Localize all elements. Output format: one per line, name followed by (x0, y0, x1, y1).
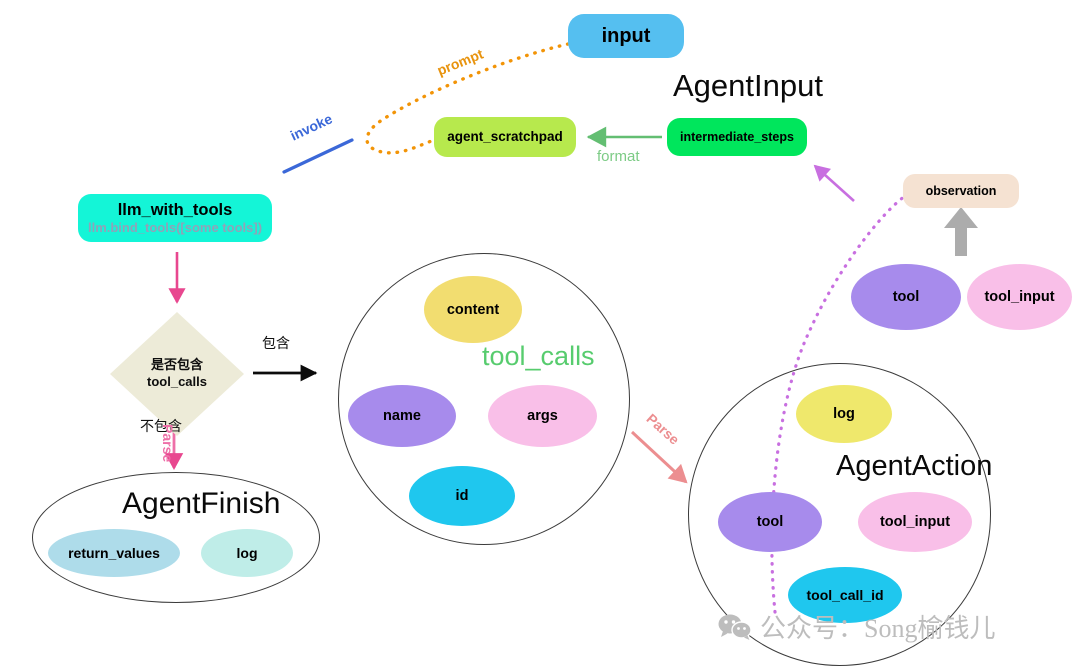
ellipse-agent-action-tool-input-label: tool_input (879, 514, 951, 530)
decision-line-1: 是否包含 (150, 357, 203, 373)
ellipse-args[interactable]: args (488, 385, 597, 447)
edge-label-prompt: prompt (434, 45, 486, 79)
node-agent-scratchpad-label: agent_scratchpad (447, 129, 563, 145)
edge-feedback-arrow (813, 164, 855, 202)
ellipse-agent-action-tool-label: tool (756, 514, 784, 530)
node-input[interactable]: input (568, 14, 684, 58)
node-observation-label: observation (925, 183, 997, 198)
ellipse-agent-action-log[interactable]: log (796, 385, 892, 443)
node-llm-with-tools[interactable]: llm_with_tools llm.bind_tools([some tool… (78, 194, 272, 242)
watermark-text: 公众号：Song榆钱儿 (760, 614, 996, 643)
edge-label-contains: 包含 (262, 335, 290, 351)
watermark: 公众号：Song榆钱儿 (718, 608, 995, 645)
ellipse-id[interactable]: id (409, 466, 515, 526)
ellipse-return-values-label: return_values (68, 545, 160, 561)
decision-line-2: tool_calls (147, 374, 207, 389)
ellipse-id-label: id (455, 488, 469, 504)
wechat-icon (718, 614, 752, 640)
ellipse-tool[interactable]: tool (851, 264, 961, 330)
tool-calls-title: tool_calls (482, 341, 595, 371)
ellipse-agent-finish-log[interactable]: log (201, 529, 293, 577)
ellipse-content[interactable]: content (424, 276, 522, 343)
ellipse-name-label: name (383, 408, 421, 424)
ellipse-args-label: args (527, 408, 558, 424)
node-agent-scratchpad[interactable]: agent_scratchpad (434, 117, 576, 157)
node-llm-with-tools-sublabel: llm.bind_tools([some tools]) (87, 219, 263, 235)
diagram-canvas: AgentInput AgentFinish AgentAction tool_… (0, 0, 1080, 667)
agent-finish-title: AgentFinish (122, 487, 281, 520)
node-observation[interactable]: observation (903, 174, 1019, 208)
agent-action-title: AgentAction (836, 450, 993, 482)
node-intermediate-steps-label: intermediate_steps (680, 129, 794, 144)
ellipse-agent-action-tool-call-id-label: tool_call_id (806, 587, 884, 603)
node-input-label: input (601, 24, 651, 47)
edge-observe (944, 207, 978, 256)
ellipse-name[interactable]: name (348, 385, 456, 447)
edge-label-not-contains: 不包含 (140, 418, 182, 434)
ellipse-content-label: content (446, 301, 500, 318)
edge-label-format: format (597, 148, 640, 165)
node-intermediate-steps[interactable]: intermediate_steps (667, 118, 807, 156)
edge-label-parse-right: Parse (643, 410, 683, 448)
ellipse-agent-action-tool-input[interactable]: tool_input (858, 492, 972, 552)
agent-input-title: AgentInput (673, 68, 823, 103)
node-llm-with-tools-label: llm_with_tools (117, 200, 233, 219)
edge-invoke (282, 138, 354, 174)
edge-label-parse-down: Parse (160, 424, 176, 463)
edge-label-invoke: invoke (287, 110, 335, 144)
ellipse-tool-input[interactable]: tool_input (967, 264, 1072, 330)
ellipse-agent-action-log-label: log (833, 406, 855, 422)
ellipse-agent-action-tool[interactable]: tool (718, 492, 822, 552)
ellipse-agent-finish-log-label: log (236, 545, 258, 561)
ellipse-tool-label: tool (892, 289, 920, 305)
ellipse-return-values[interactable]: return_values (48, 529, 180, 577)
ellipse-tool-input-label: tool_input (984, 289, 1055, 305)
